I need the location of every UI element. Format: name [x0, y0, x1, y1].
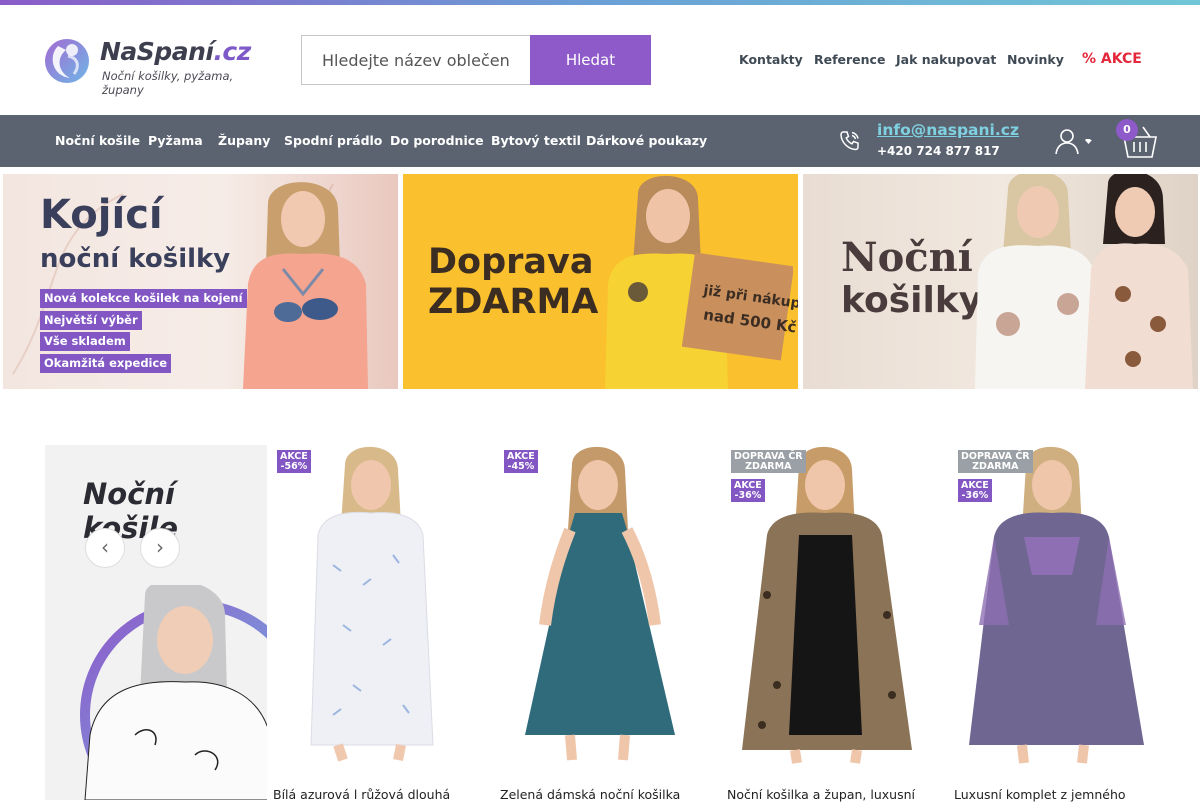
contact-phone: +420 724 877 817 [877, 144, 1000, 158]
category-nocni-kosile[interactable]: Noční košile [55, 133, 140, 148]
product-image[interactable] [500, 445, 727, 765]
banner-nightgowns[interactable]: Noční košilky [803, 174, 1198, 389]
phone-icon [840, 131, 859, 151]
search-button[interactable]: Hledat [530, 35, 651, 85]
site-header: NaSpaní.cz Noční košilky, pyžama, župany… [0, 5, 1200, 115]
search-form: Hledat [301, 35, 651, 85]
model-photo [975, 174, 1193, 389]
product-card[interactable]: AKCE -45% Zelená dámská noční košilka [500, 445, 727, 802]
category-do-porodnice[interactable]: Do porodnice [390, 133, 484, 148]
banner-free-shipping[interactable]: Doprava ZDARMA již při nákupu nad 500 Kč [403, 174, 798, 389]
carousel-prev-button[interactable]: ‹ [85, 528, 125, 568]
free-shipping-badge: DOPRAVA ČR ZDARMA [958, 450, 1033, 473]
product-card[interactable]: DOPRAVA ČR ZDARMA AKCE -36% Luxusní komple… [954, 445, 1181, 802]
banner-title: Noční [841, 234, 973, 281]
logo-tagline: Noční košilky, pyžama, župany [102, 69, 234, 97]
model-photo [84, 585, 267, 800]
moon-logo-icon [45, 39, 89, 83]
discount-badge: AKCE -56% [277, 450, 311, 473]
carousel-next-button[interactable]: › [140, 528, 180, 568]
banner-title: Kojící [40, 192, 163, 238]
product-card[interactable]: DOPRAVA ČR ZDARMA AKCE -36% Noční košilka … [727, 445, 954, 802]
banner-bullet: Největší výběr [40, 311, 142, 330]
banner-subtitle: ZDARMA [428, 282, 599, 322]
banner-bullet: Nová kolekce košilek na kojení [40, 289, 247, 308]
category-darkove-poukazy[interactable]: Dárkové poukazy [586, 133, 707, 148]
link-kontakty[interactable]: Kontakty [739, 52, 803, 67]
category-navbar: Noční košile Pyžama Župany Spodní prádlo… [0, 115, 1200, 167]
banner-bullet: Okamžitá expedice [40, 354, 172, 373]
banner-subtitle: noční košilky [40, 244, 231, 274]
cart-count-badge: 0 [1116, 119, 1138, 141]
user-icon [1055, 129, 1092, 155]
account-menu[interactable] [1054, 127, 1094, 155]
promo-nightgowns[interactable]: Noční košile ‹ › [45, 445, 267, 800]
product-card[interactable]: AKCE -56% Bílá azurová l růžová dlouhá [273, 445, 500, 802]
banner-bullet: Vše skladem [40, 332, 130, 351]
category-bytovy-textil[interactable]: Bytový textil [491, 133, 581, 148]
category-zupany[interactable]: Župany [218, 133, 270, 148]
discount-badge: AKCE -45% [504, 450, 538, 473]
link-novinky[interactable]: Novinky [1007, 52, 1064, 67]
site-logo[interactable]: NaSpaní.cz Noční košilky, pyžama, župany [44, 35, 274, 97]
banner-subtitle: košilky [841, 280, 983, 321]
product-image[interactable] [273, 445, 500, 765]
sale-link[interactable]: % AKCE [1082, 51, 1142, 67]
percent-icon: % [1082, 51, 1097, 67]
model-photo [605, 175, 793, 389]
search-input[interactable] [301, 35, 531, 85]
category-pyzama[interactable]: Pyžama [148, 133, 203, 148]
model-photo [525, 446, 675, 761]
model-photo [310, 446, 434, 762]
discount-badge: AKCE -36% [731, 479, 765, 502]
banner-title: Doprava [428, 242, 594, 282]
category-spodni-pradlo[interactable]: Spodní prádlo [284, 133, 382, 148]
free-shipping-badge: DOPRAVA ČR ZDARMA [731, 450, 806, 473]
link-reference[interactable]: Reference [814, 52, 885, 67]
contact-email-link[interactable]: info@naspani.cz [877, 121, 1019, 139]
logo-wordmark: NaSpaní.cz [100, 37, 251, 66]
link-jak-nakupovat[interactable]: Jak nakupovat [896, 52, 996, 67]
model-photo [243, 182, 368, 389]
banner-nursing-nightgowns[interactable]: Kojící noční košilky Nová kolekce košile… [3, 174, 398, 389]
discount-badge: AKCE -36% [958, 479, 992, 502]
